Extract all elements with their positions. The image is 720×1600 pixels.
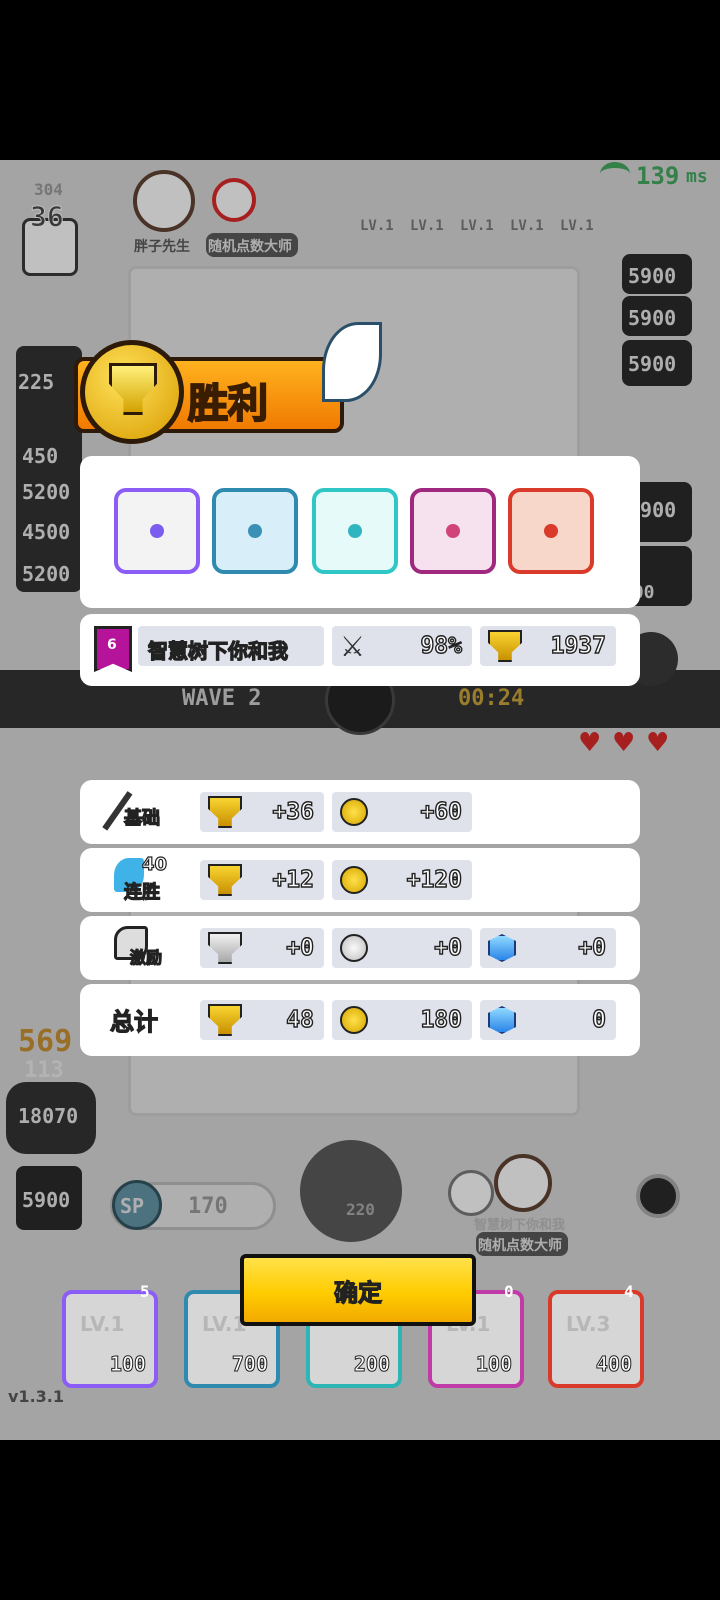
gem-reward-pill: +0	[480, 928, 616, 968]
deck-badge-4: 0	[504, 1282, 514, 1301]
victory-title: 胜利	[187, 380, 269, 428]
coin-icon	[340, 866, 368, 894]
trophy-total: 48	[286, 1006, 315, 1033]
deck-card-5[interactable]: LV.3 400	[548, 1290, 644, 1388]
deck-card-level: LV.1	[80, 1312, 125, 1336]
dice-card	[80, 456, 640, 608]
deck-badge-5: 4	[624, 1282, 634, 1301]
trophy-icon	[208, 864, 242, 896]
coin-reward-pill: +60	[332, 792, 472, 832]
silver-coin-icon	[340, 934, 368, 962]
deck-badge-1: 5	[140, 1282, 150, 1301]
reward-label: 连胜	[123, 881, 160, 903]
trophy-reward-pill: +0	[200, 928, 324, 968]
coin-reward: +120	[406, 866, 463, 893]
coin-reward: +0	[434, 934, 463, 961]
trophy-total-pill: 48	[200, 1000, 324, 1040]
deck-card-level: LV.3	[566, 1312, 611, 1336]
reward-row-base: 基础 +36 +60	[80, 780, 640, 844]
gem-icon	[488, 934, 516, 962]
confirm-button[interactable]: 确定	[240, 1254, 476, 1326]
silver-trophy-icon	[208, 932, 242, 964]
swords-icon: ⚔	[340, 630, 366, 663]
coin-icon	[340, 1006, 368, 1034]
gem-icon	[488, 1006, 516, 1034]
streak-count: 40	[141, 853, 168, 875]
trophy-pill: 1937	[480, 626, 616, 666]
coin-reward: +60	[420, 798, 463, 825]
gem-reward: +0	[578, 934, 607, 961]
deck-card-cost: 200	[353, 1352, 390, 1377]
version-label: v1.3.1	[8, 1387, 64, 1406]
trophy-reward-pill: +36	[200, 792, 324, 832]
coin-icon	[340, 798, 368, 826]
trophy-reward: +0	[286, 934, 315, 961]
fire-dice-icon	[508, 488, 594, 574]
deck-card-cost: 400	[595, 1352, 632, 1377]
coin-total: 180	[420, 1006, 463, 1033]
deck-card-1[interactable]: LV.1 100	[62, 1290, 158, 1388]
lightning-dice-icon	[410, 488, 496, 574]
reward-row-streak: 40 连胜 +12 +120	[80, 848, 640, 912]
win-rate-pill: ⚔ 98%	[332, 626, 472, 666]
trophy-icon	[109, 363, 157, 415]
ice-dice-icon	[312, 488, 398, 574]
player-name: 智慧树下你和我	[147, 638, 288, 663]
gem-total: 0	[591, 1006, 606, 1033]
deck-card-cost: 700	[231, 1352, 268, 1377]
deck-card-cost: 100	[109, 1352, 146, 1377]
coin-total-pill: 180	[332, 1000, 472, 1040]
total-label: 总计	[109, 1007, 158, 1036]
rank-badge-icon: 6	[94, 626, 132, 672]
whirlwind-dice-icon	[212, 488, 298, 574]
reward-row-incentive: 激励 +0 +0 +0	[80, 916, 640, 980]
win-rate: 98%	[420, 632, 463, 659]
reward-label: 激励	[129, 947, 163, 967]
trophy-count: 1937	[550, 632, 607, 659]
trophy-reward: +36	[272, 798, 315, 825]
rainbow-dice-icon	[114, 488, 200, 574]
coin-reward-pill: +120	[332, 860, 472, 900]
trophy-icon	[488, 630, 522, 662]
trophy-icon	[208, 1004, 242, 1036]
coin-reward-pill: +0	[332, 928, 472, 968]
rank-value: 6	[107, 637, 117, 653]
player-card: 6 智慧树下你和我 ⚔ 98% 1937	[80, 614, 640, 686]
trophy-reward: +12	[272, 866, 315, 893]
deck-card-cost: 100	[475, 1352, 512, 1377]
player-name-pill: 智慧树下你和我	[138, 626, 324, 666]
gem-total-pill: 0	[480, 1000, 616, 1040]
trophy-medal-icon	[80, 340, 184, 444]
reward-row-total: 总计 48 180 0	[80, 984, 640, 1056]
reward-label: 基础	[123, 807, 160, 829]
trophy-reward-pill: +12	[200, 860, 324, 900]
trophy-icon	[208, 796, 242, 828]
